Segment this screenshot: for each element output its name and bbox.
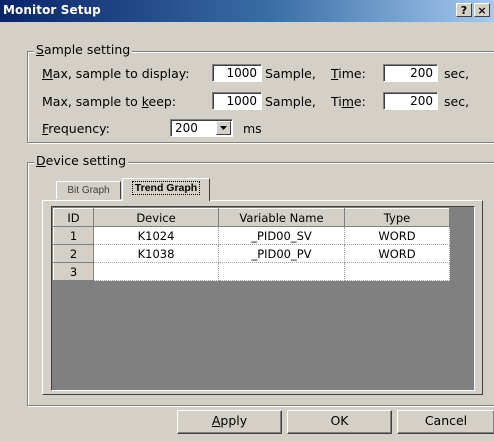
chevron-down-icon	[220, 126, 227, 130]
close-button[interactable]: ×	[474, 3, 490, 17]
max-display-input[interactable]: 1000	[212, 64, 262, 82]
frequency-select[interactable]: 200	[170, 119, 233, 137]
col-header-type[interactable]: Type	[344, 208, 450, 227]
tab-bit-graph[interactable]: Bit Graph	[56, 181, 121, 199]
help-button[interactable]: ?	[456, 3, 472, 17]
device-cell[interactable]	[93, 262, 219, 281]
max-display-label: Max, sample to display:	[42, 66, 190, 81]
tab-trend-graph[interactable]: Trend Graph	[122, 178, 210, 201]
time-display-input[interactable]: 200	[383, 64, 438, 82]
cancel-button[interactable]: Cancel	[397, 410, 494, 434]
variable-cell[interactable]: _PID00_PV	[218, 244, 345, 263]
col-header-id[interactable]: ID	[53, 208, 94, 227]
max-keep-unit: Sample,	[265, 94, 316, 109]
table-row[interactable]: 2 K1038 _PID00_PV WORD	[53, 244, 450, 263]
device-cell[interactable]: K1024	[93, 226, 219, 245]
apply-button[interactable]: Apply	[177, 410, 282, 434]
table-row[interactable]: 1 K1024 _PID00_SV WORD	[53, 226, 450, 245]
window-title: Monitor Setup	[3, 3, 101, 17]
time-keep-label: Time:	[331, 94, 366, 109]
frequency-unit: ms	[243, 121, 262, 136]
time-keep-input[interactable]: 200	[383, 92, 438, 110]
row-id: 2	[53, 244, 94, 263]
monitor-setup-dialog: Monitor Setup ? × Sample setting Max, sa…	[0, 0, 494, 441]
time-keep-unit: sec,	[444, 94, 470, 109]
frequency-value: 200	[175, 121, 198, 135]
graph-tabs: Bit Graph Trend Graph	[56, 178, 256, 201]
row-id: 1	[53, 226, 94, 245]
variable-cell[interactable]	[218, 262, 345, 281]
device-table[interactable]: ID Device Variable Name Type 1 K1024 _PI…	[51, 206, 475, 391]
device-cell[interactable]: K1038	[93, 244, 219, 263]
time-display-label: Time:	[331, 66, 366, 81]
variable-cell[interactable]: _PID00_SV	[218, 226, 345, 245]
frequency-label: Frequency:	[42, 121, 110, 136]
row-id: 3	[53, 262, 94, 281]
type-cell[interactable]	[344, 262, 450, 281]
col-header-variable-name[interactable]: Variable Name	[218, 208, 345, 227]
title-bar[interactable]: Monitor Setup ? ×	[0, 0, 494, 22]
device-setting-legend: Device setting	[34, 153, 129, 168]
device-table-grid: ID Device Variable Name Type 1 K1024 _PI…	[53, 208, 450, 281]
max-keep-input[interactable]: 1000	[212, 92, 262, 110]
max-keep-label: Max, sample to keep:	[42, 94, 177, 109]
ok-button[interactable]: OK	[287, 410, 392, 434]
sample-setting-legend: Sample setting	[34, 42, 133, 57]
type-cell[interactable]: WORD	[344, 226, 450, 245]
table-row[interactable]: 3	[53, 262, 450, 281]
max-display-unit: Sample,	[265, 66, 316, 81]
frequency-dropdown-button[interactable]	[216, 121, 231, 135]
col-header-device[interactable]: Device	[93, 208, 219, 227]
time-display-unit: sec,	[444, 66, 470, 81]
type-cell[interactable]: WORD	[344, 244, 450, 263]
